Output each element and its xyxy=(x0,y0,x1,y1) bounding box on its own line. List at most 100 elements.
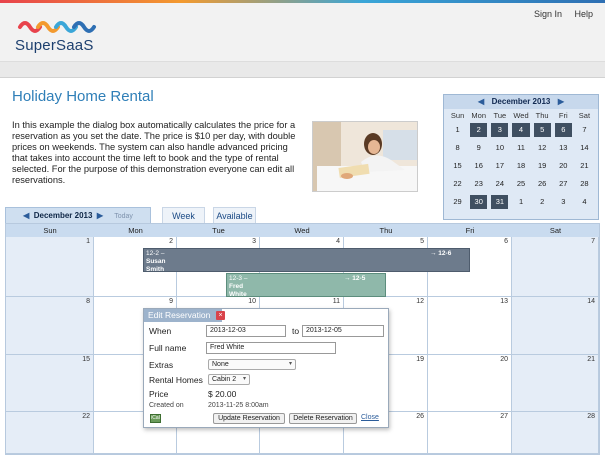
day-number: 26 xyxy=(416,413,424,420)
day-number: 1 xyxy=(86,238,90,245)
day-cell[interactable]: 28 xyxy=(512,412,599,454)
month-prev-arrow-icon[interactable]: ◀ xyxy=(23,211,29,220)
day-cell[interactable]: 7 xyxy=(512,237,599,297)
mini-day[interactable]: 12 xyxy=(532,141,553,155)
mini-day[interactable]: 7 xyxy=(574,123,595,137)
mini-day[interactable]: 23 xyxy=(468,177,489,191)
close-link[interactable]: Close xyxy=(361,414,379,421)
mini-week-row: 22 23 24 25 26 27 28 xyxy=(444,175,598,193)
mini-day[interactable]: 11 xyxy=(510,141,531,155)
month-next-arrow-icon[interactable]: ▶ xyxy=(97,211,103,220)
mini-day[interactable]: 25 xyxy=(510,177,531,191)
mini-day[interactable]: 8 xyxy=(447,141,468,155)
mini-day[interactable]: 15 xyxy=(447,159,468,173)
close-icon[interactable]: × xyxy=(216,311,225,320)
mini-day[interactable]: 28 xyxy=(574,177,595,191)
reservation-first-name: Fred xyxy=(229,283,244,290)
mini-day[interactable]: 17 xyxy=(489,159,510,173)
mini-day[interactable]: 16 xyxy=(468,159,489,173)
mini-next-arrow-icon[interactable]: ▶ xyxy=(558,95,564,109)
mini-day[interactable]: 26 xyxy=(532,177,553,191)
day-cell[interactable]: 21 xyxy=(512,355,599,412)
day-number: 4 xyxy=(336,238,340,245)
today-link[interactable]: Today xyxy=(114,213,133,220)
tab-week[interactable]: Week xyxy=(162,207,205,223)
mini-dow: Sun xyxy=(450,111,465,120)
ical-icon[interactable]: iCal xyxy=(150,414,161,423)
day-cell[interactable]: 20 xyxy=(428,355,512,412)
created-on-value: 2013-11-25 8:00am xyxy=(208,402,269,409)
tab-month[interactable]: ◀ December 2013 ▶ Today xyxy=(5,207,151,223)
mini-day-booked[interactable]: 3 xyxy=(491,123,509,137)
day-number: 11 xyxy=(332,298,340,305)
day-number: 21 xyxy=(587,356,595,363)
day-cell[interactable]: 8 xyxy=(6,297,94,355)
day-number: 20 xyxy=(500,356,508,363)
mini-day[interactable]: 27 xyxy=(553,177,574,191)
extras-select[interactable]: None ▾ xyxy=(208,359,296,370)
mini-dow: Thu xyxy=(535,111,549,120)
mini-day[interactable]: 22 xyxy=(447,177,468,191)
rental-homes-value: Cabin 2 xyxy=(212,376,237,383)
day-cell[interactable]: 13 xyxy=(428,297,512,355)
mini-day[interactable]: 18 xyxy=(510,159,531,173)
mini-day[interactable]: 24 xyxy=(489,177,510,191)
mini-prev-arrow-icon[interactable]: ◀ xyxy=(478,95,484,109)
day-cell[interactable]: 1 xyxy=(6,237,94,297)
end-date-input[interactable]: 2013-12-05 xyxy=(302,325,384,337)
brand-name: SuperSaaS xyxy=(15,37,94,54)
start-date-input[interactable]: 2013-12-03 xyxy=(206,325,286,337)
day-cell[interactable]: 14 xyxy=(512,297,599,355)
price-label: Price xyxy=(149,389,169,399)
mini-day-booked[interactable]: 4 xyxy=(512,123,530,137)
mini-day[interactable]: 21 xyxy=(574,159,595,173)
update-reservation-button[interactable]: Update Reservation xyxy=(213,413,285,424)
mini-day[interactable]: 10 xyxy=(489,141,510,155)
day-cell[interactable]: 22 xyxy=(6,412,94,454)
day-number: 6 xyxy=(504,238,508,245)
day-number: 3 xyxy=(252,238,256,245)
weekday-header: Thu xyxy=(379,226,393,235)
day-cell[interactable]: 27 xyxy=(428,412,512,454)
weekday-header-row: Sun Mon Tue Wed Thu Fri Sat xyxy=(6,224,599,237)
help-link[interactable]: Help xyxy=(574,9,593,19)
header: SuperSaaS Sign In Help xyxy=(0,3,605,61)
fullname-input[interactable]: Fred White xyxy=(206,342,336,354)
mini-day[interactable]: 19 xyxy=(532,159,553,173)
mini-day[interactable]: 9 xyxy=(468,141,489,155)
mini-weekday-row: Sun Mon Tue Wed Thu Fri Sat xyxy=(444,109,598,121)
tab-available[interactable]: Available xyxy=(213,207,256,223)
day-cell[interactable]: 15 xyxy=(6,355,94,412)
day-number: 7 xyxy=(591,238,595,245)
chevron-down-icon: ▾ xyxy=(242,376,246,382)
day-number: 9 xyxy=(169,298,173,305)
sub-nav-bar xyxy=(0,61,605,78)
weekday-header: Tue xyxy=(212,226,225,235)
mini-day-booked[interactable]: 5 xyxy=(533,123,551,137)
woman-reading-image-icon xyxy=(313,122,417,191)
mini-day[interactable]: 13 xyxy=(553,141,574,155)
mini-day[interactable]: 20 xyxy=(553,159,574,173)
delete-reservation-button[interactable]: Delete Reservation xyxy=(289,413,357,424)
weekday-header: Wed xyxy=(294,226,310,235)
top-links: Sign In Help xyxy=(524,9,593,19)
mini-day-booked[interactable]: 6 xyxy=(554,123,572,137)
sign-in-link[interactable]: Sign In xyxy=(534,9,562,19)
mini-day[interactable]: 1 xyxy=(447,123,468,137)
when-label: When xyxy=(149,326,172,336)
weekday-header: Sat xyxy=(549,226,562,235)
reservation-start: 12-3 – xyxy=(229,275,248,282)
mini-week-row: 1 2 3 4 5 6 7 xyxy=(444,121,598,139)
month-label: December 2013 xyxy=(33,211,93,220)
mini-day[interactable]: 14 xyxy=(574,141,595,155)
rental-homes-label: Rental Homes xyxy=(149,375,203,385)
day-number: 5 xyxy=(420,238,424,245)
dialog-title: Edit Reservation xyxy=(148,310,211,320)
mini-day-booked[interactable]: 2 xyxy=(470,123,488,137)
day-number: 14 xyxy=(587,298,595,305)
view-tabs: ◀ December 2013 ▶ Today Week Available xyxy=(5,207,600,223)
rental-homes-select[interactable]: Cabin 2 ▾ xyxy=(208,374,250,385)
reservation-last-name: White xyxy=(229,291,247,298)
reservation-bar-susan-smith[interactable]: 12-2 – Susan Smith xyxy=(143,248,470,273)
dialog-title-bar[interactable]: Edit Reservation × xyxy=(144,309,225,322)
